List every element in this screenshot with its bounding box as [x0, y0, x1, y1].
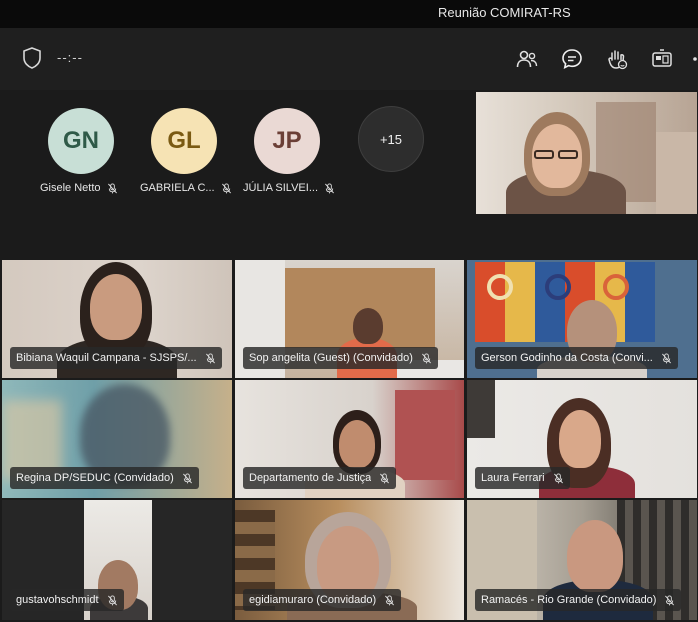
participant-name: Departamento de Justiça	[249, 472, 372, 484]
avatar-name-row: Gisele Netto	[40, 182, 118, 194]
participant-label: egidiamuraro (Convidado)	[243, 589, 402, 611]
mic-off-icon	[107, 594, 117, 605]
mic-off-icon	[380, 472, 390, 483]
shield-icon[interactable]	[22, 47, 42, 69]
mic-off-icon	[385, 594, 395, 605]
video-tile[interactable]: Sop angelita (Guest) (Convidado)	[235, 260, 464, 378]
mic-off-icon	[325, 182, 334, 193]
participant-label: Regina DP/SEDUC (Convidado)	[10, 467, 199, 489]
participant-label: Bibiana Waquil Campana - SJSPS/...	[10, 347, 222, 369]
mic-off-icon	[665, 594, 675, 605]
more-icon[interactable]	[690, 47, 698, 71]
mic-off-icon	[205, 352, 215, 363]
share-tray-icon[interactable]	[650, 47, 674, 71]
people-icon[interactable]	[515, 47, 539, 71]
participant-name: Ramacés - Rio Grande (Convidado)	[481, 594, 657, 606]
mic-off-icon	[107, 182, 117, 193]
avatar-name-row: GABRIELA C...	[140, 182, 232, 194]
meeting-timer: --:--	[57, 50, 83, 65]
meeting-stage: GN Gisele Netto GL GABRIELA C... JP JÚLI…	[0, 90, 698, 622]
video-tile[interactable]: gustavohschmidt	[2, 500, 232, 620]
participant-name: Gerson Godinho da Costa (Convi...	[481, 352, 653, 364]
mic-off-icon	[221, 182, 231, 193]
video-tile[interactable]: Departamento de Justiça	[235, 380, 464, 498]
video-tile[interactable]: egidiamuraro (Convidado)	[235, 500, 464, 620]
avatar-initials: JP	[272, 127, 302, 154]
participant-name: Sop angelita (Guest) (Convidado)	[249, 352, 413, 364]
meeting-toolbar: --:--	[0, 28, 698, 90]
avatar-name-row: JÚLIA SILVEI...	[243, 182, 335, 194]
video-tile[interactable]: Gerson Godinho da Costa (Convi...	[467, 260, 697, 378]
participant-label: Ramacés - Rio Grande (Convidado)	[475, 589, 682, 611]
participant-name: Laura Ferrari	[481, 472, 545, 484]
participant-label: gustavohschmidt	[10, 589, 124, 611]
participant-label: Laura Ferrari	[475, 467, 570, 489]
raise-hand-icon[interactable]	[605, 47, 629, 71]
mic-off-icon	[182, 472, 192, 483]
video-tile[interactable]: Laura Ferrari	[467, 380, 697, 498]
participant-name: GABRIELA C...	[140, 182, 215, 194]
meeting-title: Reunião COMIRAT-RS	[438, 5, 571, 20]
mic-off-icon	[421, 352, 431, 363]
mic-off-icon	[553, 472, 563, 483]
participant-label: Gerson Godinho da Costa (Convi...	[475, 347, 678, 369]
avatar-gabriela[interactable]: GL	[151, 108, 217, 174]
participant-name: Regina DP/SEDUC (Convidado)	[16, 472, 174, 484]
overflow-count: +15	[379, 131, 403, 147]
title-bar: Reunião COMIRAT-RS	[0, 0, 698, 28]
overflow-participants-button[interactable]: +15	[358, 106, 424, 172]
participant-name: egidiamuraro (Convidado)	[249, 594, 377, 606]
participant-name: JÚLIA SILVEI...	[243, 182, 318, 194]
participant-name: Bibiana Waquil Campana - SJSPS/...	[16, 352, 197, 364]
video-tile[interactable]: Regina DP/SEDUC (Convidado)	[2, 380, 232, 498]
chat-icon[interactable]	[560, 47, 584, 71]
participant-name: gustavohschmidt	[16, 594, 99, 606]
participant-label: Departamento de Justiça	[243, 467, 397, 489]
spotlight-video[interactable]	[476, 92, 697, 214]
participant-name: Gisele Netto	[40, 182, 101, 194]
video-tile[interactable]: Bibiana Waquil Campana - SJSPS/...	[2, 260, 232, 378]
avatar-julia[interactable]: JP	[254, 108, 320, 174]
participant-label: Sop angelita (Guest) (Convidado)	[243, 347, 438, 369]
mic-off-icon	[661, 352, 671, 363]
avatar-gisele-netto[interactable]: GN	[48, 108, 114, 174]
avatar-initials: GL	[167, 127, 201, 154]
video-tile[interactable]: Ramacés - Rio Grande (Convidado)	[467, 500, 697, 620]
avatar-initials: GN	[63, 127, 99, 154]
